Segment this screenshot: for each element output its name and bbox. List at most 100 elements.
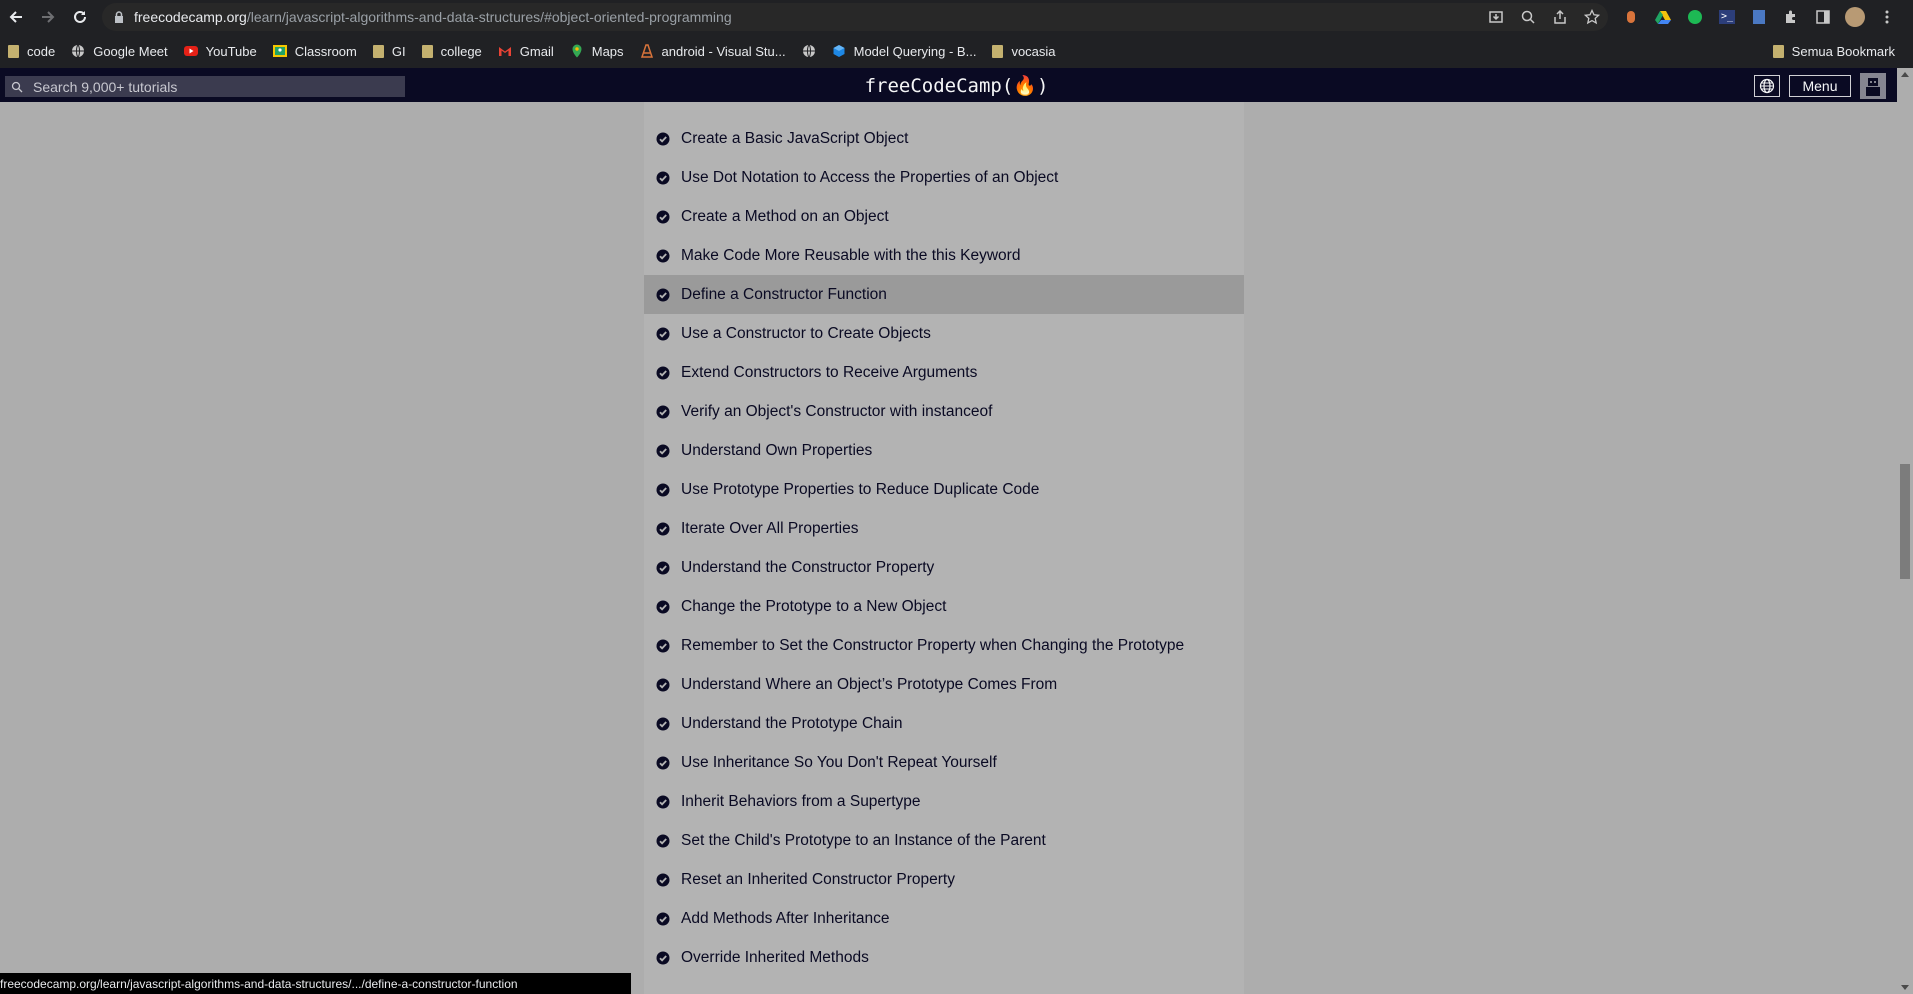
- challenge-link[interactable]: Understand the Constructor Property: [644, 548, 1244, 587]
- challenge-title: Set the Child's Prototype to an Instance…: [681, 831, 1046, 849]
- challenge-link[interactable]: Understand Where an Object’s Prototype C…: [644, 665, 1244, 704]
- challenge-link[interactable]: Iterate Over All Properties: [644, 509, 1244, 548]
- challenge-link[interactable]: Set the Child's Prototype to an Instance…: [644, 821, 1244, 860]
- reload-icon: [74, 10, 86, 23]
- bookmark-code[interactable]: code: [0, 37, 63, 65]
- bookmark-android-visual-stu[interactable]: android - Visual Stu...: [632, 37, 794, 65]
- extension-green-dot-icon[interactable]: [1684, 6, 1706, 28]
- bookmark-label: Google Meet: [93, 43, 168, 59]
- challenge-title: Use Prototype Properties to Reduce Dupli…: [681, 480, 1040, 498]
- scroll-up-arrow-icon[interactable]: [1901, 72, 1909, 77]
- profile-avatar-icon[interactable]: [1844, 6, 1866, 28]
- scroll-down-arrow-icon[interactable]: [1901, 985, 1909, 990]
- challenge-link[interactable]: Change the Prototype to a New Object: [644, 587, 1244, 626]
- language-button[interactable]: [1754, 75, 1780, 97]
- check-circle-icon: [656, 210, 670, 223]
- fcc-logo[interactable]: freeCodeCamp(🔥): [865, 75, 1049, 97]
- omnibox-actions: [1486, 3, 1602, 31]
- bookmark-label: Model Querying - B...: [853, 43, 977, 59]
- document-extension-icon[interactable]: [1748, 6, 1770, 28]
- check-circle-icon: [656, 366, 670, 379]
- fcc-navbar: Search 9,000+ tutorials freeCodeCamp(🔥) …: [0, 68, 1913, 103]
- challenge-title: Remember to Set the Constructor Property…: [681, 636, 1185, 654]
- drive-icon[interactable]: [1652, 6, 1674, 28]
- extension-orange-icon[interactable]: [1620, 6, 1642, 28]
- challenge-title: Iterate Over All Properties: [681, 519, 859, 537]
- check-circle-icon: [656, 561, 670, 574]
- challenge-title: Create a Method on an Object: [681, 207, 889, 225]
- bookmark-vocasia[interactable]: vocasia: [984, 37, 1063, 65]
- challenge-link[interactable]: Create a Basic JavaScript Object: [644, 119, 1244, 158]
- challenge-link[interactable]: Understand Own Properties: [644, 431, 1244, 470]
- challenge-link[interactable]: Use Dot Notation to Access the Propertie…: [644, 158, 1244, 197]
- bookmark-globe[interactable]: [794, 37, 824, 65]
- bookmark-youtube[interactable]: YouTube: [176, 37, 265, 65]
- bookmark-classroom[interactable]: Classroom: [265, 37, 365, 65]
- challenge-link[interactable]: Extend Constructors to Receive Arguments: [644, 353, 1244, 392]
- bookmark-college[interactable]: college: [414, 37, 490, 65]
- check-circle-icon: [656, 678, 670, 691]
- forward-button[interactable]: [32, 1, 64, 33]
- check-circle-icon: [656, 600, 670, 613]
- zoom-icon[interactable]: [1518, 7, 1538, 27]
- address-bar[interactable]: freecodecamp.org/learn/javascript-algori…: [102, 3, 1608, 31]
- bookmark-maps[interactable]: Maps: [562, 37, 632, 65]
- challenge-link[interactable]: Use Inheritance So You Don't Repeat Your…: [644, 743, 1244, 782]
- side-panel-icon[interactable]: [1812, 6, 1834, 28]
- arrow-right-icon: [42, 11, 55, 23]
- challenge-link[interactable]: Override Inherited Methods: [644, 938, 1244, 977]
- bookmark-google-meet[interactable]: Google Meet: [63, 37, 175, 65]
- challenge-link[interactable]: Make Code More Reusable with the this Ke…: [644, 236, 1244, 275]
- install-app-icon[interactable]: [1486, 7, 1506, 27]
- gmail-icon: [498, 44, 512, 58]
- main-content: Create a Basic JavaScript Object Use Dot …: [0, 102, 1897, 994]
- bookmark-gmail[interactable]: Gmail: [490, 37, 562, 65]
- challenge-title: Verify an Object's Constructor with inst…: [681, 402, 993, 420]
- challenge-title: Override Inherited Methods: [681, 948, 869, 966]
- globe-icon: [802, 44, 816, 58]
- menu-button-label: Menu: [1802, 78, 1838, 94]
- user-avatar-button[interactable]: [1860, 73, 1886, 99]
- folder-icon: [8, 44, 19, 58]
- browser-toolbar: freecodecamp.org/learn/javascript-algori…: [0, 0, 1913, 34]
- page-scrollbar[interactable]: [1897, 68, 1913, 994]
- challenge-link[interactable]: Remember to Set the Constructor Property…: [644, 626, 1244, 665]
- bookmark-label: vocasia: [1011, 43, 1056, 59]
- challenge-link[interactable]: Define a Constructor Function: [644, 275, 1244, 314]
- share-icon[interactable]: [1550, 7, 1570, 27]
- classroom-icon: [272, 44, 287, 58]
- challenge-link[interactable]: Verify an Object's Constructor with inst…: [644, 392, 1244, 431]
- all-bookmarks-button[interactable]: Semua Bookmark: [1765, 37, 1903, 65]
- menu-button[interactable]: Menu: [1789, 75, 1851, 97]
- bookmark-label: android - Visual Stu...: [661, 43, 786, 59]
- challenge-link[interactable]: Inherit Behaviors from a Supertype: [644, 782, 1244, 821]
- challenge-link[interactable]: Reset an Inherited Constructor Property: [644, 860, 1244, 899]
- check-circle-icon: [656, 834, 670, 847]
- url-text[interactable]: freecodecamp.org/learn/javascript-algori…: [134, 9, 732, 25]
- extensions-puzzle-icon[interactable]: [1780, 6, 1802, 28]
- bookmark-model-querying-b[interactable]: Model Querying - B...: [824, 37, 985, 65]
- challenge-link[interactable]: Use Prototype Properties to Reduce Dupli…: [644, 470, 1244, 509]
- challenge-link[interactable]: Use a Constructor to Create Objects: [644, 314, 1244, 353]
- back-button[interactable]: [0, 1, 32, 33]
- reload-button[interactable]: [64, 1, 96, 33]
- bookmark-star-icon[interactable]: [1582, 7, 1602, 27]
- challenge-title: Define a Constructor Function: [681, 285, 887, 303]
- challenge-link[interactable]: Create a Method on an Object: [644, 197, 1244, 236]
- search-input[interactable]: Search 9,000+ tutorials: [33, 79, 177, 95]
- challenge-link[interactable]: Understand the Prototype Chain: [644, 704, 1244, 743]
- search-box[interactable]: Search 9,000+ tutorials: [5, 76, 405, 97]
- challenge-list: Create a Basic JavaScript Object Use Dot …: [644, 102, 1244, 994]
- challenge-title: Understand the Prototype Chain: [681, 714, 903, 732]
- kebab-menu-icon[interactable]: [1876, 6, 1898, 28]
- terminal-extension-icon[interactable]: >_: [1716, 6, 1738, 28]
- folder-icon: [372, 44, 384, 58]
- globe-icon: [1759, 78, 1775, 94]
- challenge-title: Understand Own Properties: [681, 441, 873, 459]
- bookmark-gi[interactable]: GI: [365, 37, 414, 65]
- challenge-title: Use Dot Notation to Access the Propertie…: [681, 168, 1059, 186]
- challenge-title: Understand the Constructor Property: [681, 558, 935, 576]
- challenge-link[interactable]: Add Methods After Inheritance: [644, 899, 1244, 938]
- check-circle-icon: [656, 756, 670, 769]
- scrollbar-thumb[interactable]: [1900, 464, 1910, 579]
